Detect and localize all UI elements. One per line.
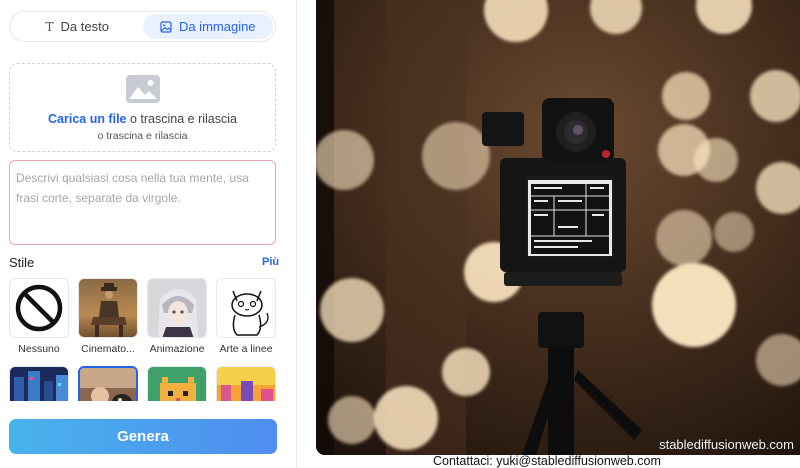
- cinematic-thumbnail: [79, 279, 137, 337]
- contact-text: Contattaci: yuki@stablediffusionweb.com: [433, 454, 661, 468]
- style-item-none[interactable]: Nessuno: [9, 278, 69, 355]
- photo-thumbnail: [80, 368, 136, 401]
- left-panel: T Da testo Da immagine Carica un file o …: [0, 0, 296, 468]
- camera: [482, 98, 626, 286]
- mode-tabs: T Da testo Da immagine: [9, 11, 276, 42]
- text-icon: T: [45, 19, 54, 34]
- generated-image-preview: stablediffusionweb.com: [316, 0, 800, 455]
- pixel-cat-thumbnail: [148, 367, 206, 401]
- tab-from-image[interactable]: Da immagine: [142, 14, 273, 39]
- tab-label: Da immagine: [178, 19, 256, 34]
- none-icon: [15, 284, 63, 332]
- line-art-cat-thumbnail: [217, 279, 275, 337]
- style-label: Cinemato...: [81, 343, 135, 355]
- prompt-input[interactable]: [16, 168, 269, 237]
- upload-subtext: o trascina e rilascia: [97, 130, 188, 142]
- style-item-anime[interactable]: Animazione: [147, 278, 207, 355]
- watermark: stablediffusionweb.com: [659, 437, 794, 452]
- style-item-cinematic[interactable]: Cinemato...: [78, 278, 138, 355]
- cyberpunk-city-thumbnail: [10, 367, 68, 401]
- style-item-pixel-art[interactable]: [147, 366, 207, 401]
- image-upload-dropzone[interactable]: Carica un file o trascina e rilascia o t…: [9, 63, 276, 152]
- anime-thumbnail: [148, 279, 206, 337]
- style-section-title: Stile: [9, 255, 35, 270]
- panel-divider: [296, 0, 297, 468]
- style-item-pixel-city[interactable]: [216, 366, 276, 401]
- prompt-box: [9, 160, 276, 245]
- more-styles-link[interactable]: Più: [262, 256, 279, 268]
- tab-label: Da testo: [60, 19, 109, 34]
- style-label: Nessuno: [18, 343, 60, 355]
- camera-on-tripod-bokeh-image: [316, 0, 800, 455]
- upload-file-link[interactable]: Carica un file: [48, 112, 127, 126]
- image-icon: [160, 20, 172, 33]
- styles-grid: Nessuno Cinemato... Animazione Arte a li…: [9, 278, 279, 401]
- upload-drag-text: o trascina e rilascia: [129, 112, 237, 126]
- style-item-line-art[interactable]: Arte a linee: [216, 278, 276, 355]
- pixel-city-thumbnail: [217, 367, 275, 401]
- style-item-photo[interactable]: [78, 366, 138, 401]
- tab-from-text[interactable]: T Da testo: [12, 14, 143, 39]
- style-label: Arte a linee: [219, 343, 273, 355]
- style-item-cyberpunk[interactable]: [9, 366, 69, 401]
- generate-button[interactable]: Genera: [9, 419, 277, 454]
- style-label: Animazione: [149, 343, 205, 355]
- image-placeholder-icon: [125, 75, 160, 103]
